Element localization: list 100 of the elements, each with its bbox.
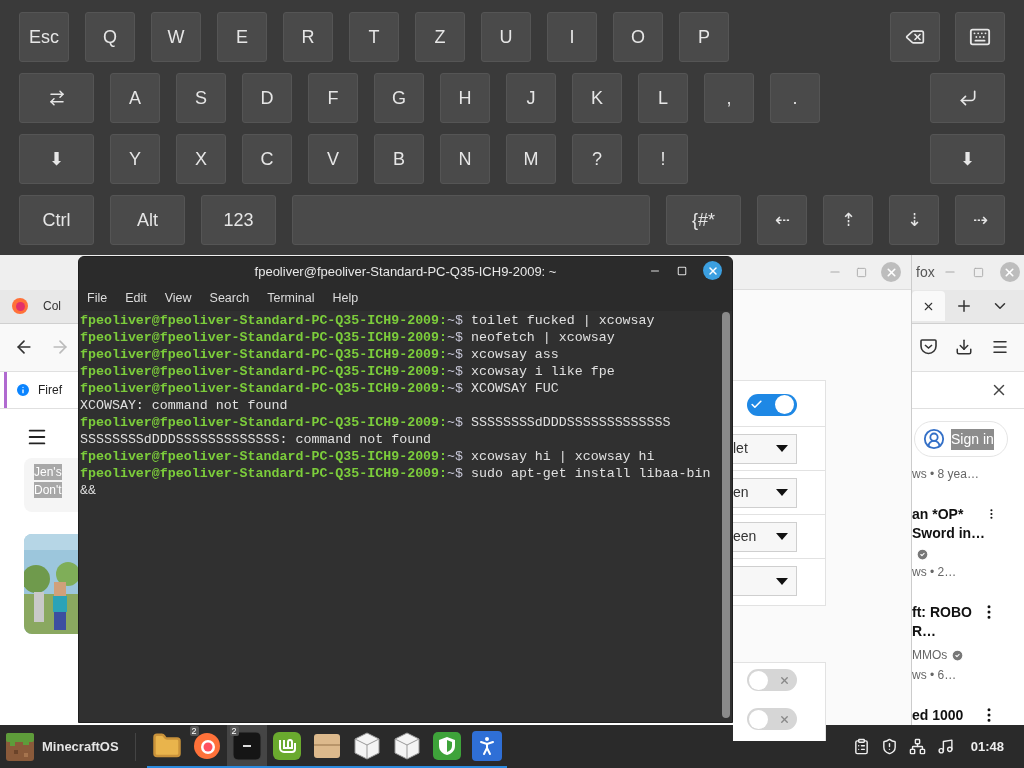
dropdown[interactable]: let bbox=[733, 433, 797, 464]
key[interactable]: H bbox=[440, 73, 490, 123]
key[interactable]: K bbox=[572, 73, 622, 123]
close-icon bbox=[706, 264, 719, 277]
key[interactable]: 123 bbox=[201, 195, 276, 245]
key[interactable]: A bbox=[110, 73, 160, 123]
pocket-icon[interactable] bbox=[920, 339, 937, 356]
dropdown[interactable]: een bbox=[733, 521, 797, 552]
key[interactable]: . bbox=[770, 73, 820, 123]
menu-item[interactable]: Help bbox=[332, 289, 359, 308]
window-count-badge: 2 bbox=[189, 726, 199, 736]
key[interactable]: ⬇ bbox=[930, 134, 1005, 184]
music-note-icon[interactable] bbox=[936, 738, 954, 755]
video-meta: ws • 6… bbox=[912, 667, 958, 684]
video-title: Jen's bbox=[34, 464, 62, 480]
video-title[interactable]: an *OP* bbox=[912, 505, 986, 524]
dropdown[interactable]: en bbox=[733, 477, 797, 508]
video-title[interactable]: ed 1000 bbox=[912, 706, 964, 725]
info-icon bbox=[15, 381, 31, 398]
video-title[interactable]: R… bbox=[912, 622, 972, 641]
caret-icon bbox=[776, 533, 788, 540]
video-title[interactable]: Sword in… bbox=[912, 524, 986, 543]
start-menu-button[interactable]: MinecraftOS bbox=[0, 725, 129, 768]
channel-name: MMOs bbox=[912, 647, 948, 664]
keyboard-key[interactable] bbox=[955, 12, 1005, 62]
key[interactable]: D bbox=[242, 73, 292, 123]
backspace-icon bbox=[905, 27, 925, 47]
scrollbar[interactable] bbox=[722, 312, 730, 718]
cross-icon bbox=[779, 713, 790, 725]
key[interactable]: ⇣ bbox=[889, 195, 939, 245]
key[interactable]: P bbox=[679, 12, 729, 62]
network-icon[interactable] bbox=[908, 738, 926, 755]
key[interactable]: Y bbox=[110, 134, 160, 184]
key[interactable]: ⇡ bbox=[823, 195, 873, 245]
caret-icon bbox=[776, 577, 788, 585]
key[interactable]: B bbox=[374, 134, 424, 184]
key[interactable]: T bbox=[349, 12, 399, 62]
tab-arrows-icon bbox=[47, 89, 66, 107]
key[interactable]: I bbox=[547, 12, 597, 62]
cube-icon bbox=[351, 730, 382, 761]
key[interactable]: Alt bbox=[110, 195, 185, 245]
video-title: Don't bbox=[34, 482, 62, 498]
toggle-switch[interactable] bbox=[747, 393, 797, 416]
key[interactable]: S bbox=[176, 73, 226, 123]
shield-icon[interactable] bbox=[880, 738, 898, 755]
menu-item[interactable]: Search bbox=[209, 289, 250, 308]
clipboard-icon[interactable] bbox=[852, 738, 870, 755]
download-icon[interactable] bbox=[955, 338, 973, 357]
terminal-icon bbox=[231, 730, 262, 761]
toggle-switch[interactable] bbox=[747, 669, 797, 691]
menu-item[interactable]: Terminal bbox=[267, 289, 315, 308]
clock[interactable]: 01:48 bbox=[970, 736, 1004, 757]
dropdown[interactable] bbox=[733, 566, 797, 596]
key[interactable]: , bbox=[704, 73, 754, 123]
cube-icon bbox=[391, 730, 422, 761]
key[interactable]: C bbox=[242, 134, 292, 184]
key[interactable]: X bbox=[176, 134, 226, 184]
menu-item[interactable]: File bbox=[87, 289, 108, 308]
key[interactable]: ⬇ bbox=[19, 134, 94, 184]
key[interactable]: M bbox=[506, 134, 556, 184]
enter-icon bbox=[957, 88, 978, 108]
key[interactable]: G bbox=[374, 73, 424, 123]
video-title[interactable]: ft: ROBO bbox=[912, 603, 972, 622]
toggle-switch[interactable] bbox=[747, 708, 797, 730]
key[interactable]: ! bbox=[638, 134, 688, 184]
key[interactable]: Ctrl bbox=[19, 195, 94, 245]
key[interactable]: O bbox=[613, 12, 663, 62]
key[interactable]: J bbox=[506, 73, 556, 123]
key[interactable]: Z bbox=[415, 12, 465, 62]
window-count-badge: 2 bbox=[229, 726, 239, 736]
taskbar-app[interactable]: 2 bbox=[186, 725, 227, 768]
key[interactable]: ⇠ bbox=[757, 195, 807, 245]
close-button[interactable] bbox=[703, 261, 722, 280]
key[interactable]: ? bbox=[572, 134, 622, 184]
tab-title[interactable]: Col bbox=[43, 297, 61, 316]
shield-icon bbox=[431, 730, 462, 761]
menu-item[interactable]: View bbox=[164, 289, 192, 308]
key[interactable]: V bbox=[308, 134, 358, 184]
terminal-line: fpeoliver@fpeoliver-Standard-PC-Q35-ICH9-2009:~$ XCOWSAY FUC bbox=[80, 380, 559, 397]
key[interactable]: Esc bbox=[19, 12, 69, 62]
menu-item[interactable]: Edit bbox=[125, 289, 147, 308]
key[interactable]: {#* bbox=[666, 195, 741, 245]
notification-text: Firef bbox=[38, 381, 62, 399]
key[interactable]: N bbox=[440, 134, 490, 184]
key[interactable]: E bbox=[217, 12, 267, 62]
window-title: fox bbox=[916, 262, 935, 282]
backspace-key[interactable] bbox=[890, 12, 940, 62]
key[interactable]: W bbox=[151, 12, 201, 62]
taskbar-app[interactable]: 2 bbox=[226, 725, 267, 768]
close-icon bbox=[884, 265, 898, 279]
key[interactable]: ⇢ bbox=[955, 195, 1005, 245]
key[interactable]: L bbox=[638, 73, 688, 123]
key[interactable]: U bbox=[481, 12, 531, 62]
key[interactable]: R bbox=[283, 12, 333, 62]
video-meta: ws • 2… bbox=[912, 564, 958, 581]
caret-icon bbox=[776, 489, 788, 496]
keyboard-icon bbox=[969, 26, 991, 48]
key[interactable]: F bbox=[308, 73, 358, 123]
mint-logo-icon bbox=[271, 730, 302, 761]
key[interactable]: Q bbox=[85, 12, 135, 62]
